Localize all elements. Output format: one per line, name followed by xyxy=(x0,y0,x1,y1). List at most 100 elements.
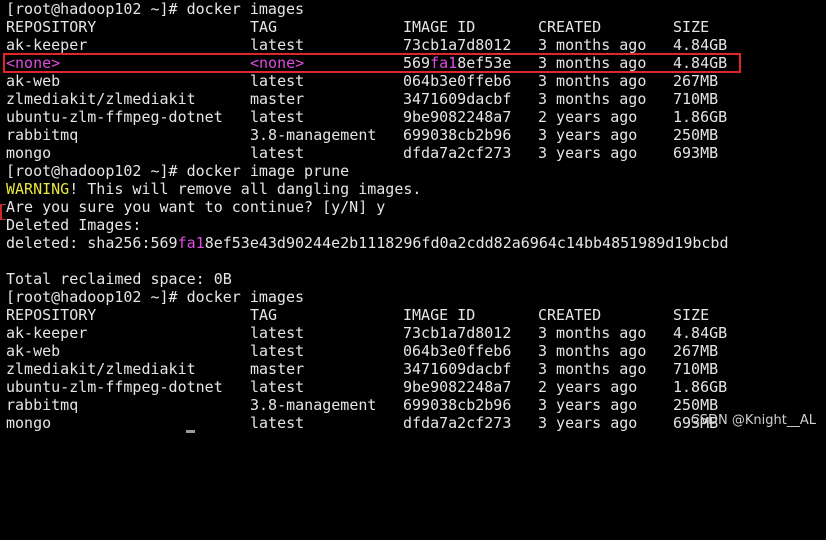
row-repository: mongo xyxy=(6,414,52,432)
table-row: ak-web latest 064b3e0ffeb6 3 months ago … xyxy=(6,342,718,360)
row-size: 693MB xyxy=(673,144,719,162)
row-repository: rabbitmq xyxy=(6,126,79,144)
row-repository: ak-web xyxy=(6,72,61,90)
row-image-id: 9be9082248a7 xyxy=(403,378,512,396)
table-row: ak-web latest 064b3e0ffeb6 3 months ago … xyxy=(6,72,718,90)
row-image-id: 699038cb2b96 xyxy=(403,396,512,414)
row-image-id: 699038cb2b96 xyxy=(403,126,512,144)
row-repository: ubuntu-zlm-ffmpeg-dotnet xyxy=(6,108,223,126)
header-created: CREATED xyxy=(538,18,602,36)
table-row: rabbitmq 3.8-management 699038cb2b96 3 y… xyxy=(6,396,718,414)
dangling-image-highlight-box xyxy=(3,53,741,73)
row-size: 4.84GB xyxy=(673,324,728,342)
row-size: 250MB xyxy=(673,396,719,414)
row-size: 710MB xyxy=(673,360,719,378)
row-image-id: 9be9082248a7 xyxy=(403,108,512,126)
deleted-images-header: Deleted Images: xyxy=(6,216,142,234)
row-created: 3 years ago xyxy=(538,396,638,414)
header-tag: TAG xyxy=(250,306,278,324)
command-line-prune: [root@hadoop102 ~]# docker image prune xyxy=(6,162,350,180)
table-row: ubuntu-zlm-ffmpeg-dotnet latest 9be90822… xyxy=(6,378,727,396)
header-created: CREATED xyxy=(538,306,602,324)
row-created: 3 months ago xyxy=(538,360,647,378)
deleted-prefix: deleted: sha256:569 xyxy=(6,234,178,252)
table-row: zlmediakit/zlmediakit master 3471609dacb… xyxy=(6,360,718,378)
table-row: ak-keeper latest 73cb1a7d8012 3 months a… xyxy=(6,36,727,54)
row-image-id: dfda7a2cf273 xyxy=(403,414,512,432)
row-image-id: 064b3e0ffeb6 xyxy=(403,342,512,360)
header-size: SIZE xyxy=(673,18,710,36)
table-row: mongo latest dfda7a2cf273 3 years ago 69… xyxy=(6,414,718,432)
row-image-id: dfda7a2cf273 xyxy=(403,144,512,162)
row-size: 1.86GB xyxy=(673,108,728,126)
row-image-id: 3471609dacbf xyxy=(403,360,512,378)
row-size: 1.86GB xyxy=(673,378,728,396)
row-tag: latest xyxy=(250,414,305,432)
row-tag: latest xyxy=(250,324,305,342)
table-row: mongo latest dfda7a2cf273 3 years ago 69… xyxy=(6,144,718,162)
row-created: 2 years ago xyxy=(538,108,638,126)
row-tag: master xyxy=(250,360,305,378)
row-repository: ak-web xyxy=(6,342,61,360)
row-created: 3 years ago xyxy=(538,414,638,432)
row-image-id: 064b3e0ffeb6 xyxy=(403,72,512,90)
row-size: 267MB xyxy=(673,72,719,90)
row-size: 250MB xyxy=(673,126,719,144)
row-size: 267MB xyxy=(673,342,719,360)
row-tag: latest xyxy=(250,36,305,54)
row-image-id: 3471609dacbf xyxy=(403,90,512,108)
row-tag: 3.8-management xyxy=(250,126,377,144)
row-tag: master xyxy=(250,90,305,108)
row-repository: zlmediakit/zlmediakit xyxy=(6,360,196,378)
row-created: 3 months ago xyxy=(538,324,647,342)
row-size: 4.84GB xyxy=(673,36,728,54)
row-created: 3 months ago xyxy=(538,36,647,54)
terminal-window[interactable]: [root@hadoop102 ~]# docker images REPOSI… xyxy=(0,0,826,434)
header-image-id: IMAGE ID xyxy=(403,18,476,36)
row-repository: rabbitmq xyxy=(6,396,79,414)
confirm-prompt: Are you sure you want to continue? [y/N]… xyxy=(6,198,386,216)
row-repository: mongo xyxy=(6,144,52,162)
header-tag: TAG xyxy=(250,18,278,36)
row-created: 3 years ago xyxy=(538,144,638,162)
header-repository: REPOSITORY xyxy=(6,306,97,324)
text-cursor xyxy=(186,430,195,433)
row-repository: zlmediakit/zlmediakit xyxy=(6,90,196,108)
header-size: SIZE xyxy=(673,306,710,324)
command-line-images-1: [root@hadoop102 ~]# docker images xyxy=(6,0,305,18)
row-repository: ak-keeper xyxy=(6,324,88,342)
table-header-1: REPOSITORY TAG IMAGE ID CREATED SIZE xyxy=(6,18,709,36)
table-row: rabbitmq 3.8-management 699038cb2b96 3 y… xyxy=(6,126,718,144)
command-line-images-2: [root@hadoop102 ~]# docker images xyxy=(6,288,305,306)
row-tag: latest xyxy=(250,378,305,396)
row-tag: 3.8-management xyxy=(250,396,377,414)
row-size: 710MB xyxy=(673,90,719,108)
row-tag: latest xyxy=(250,72,305,90)
warning-message: ! This will remove all dangling images. xyxy=(69,180,422,198)
warning-line: WARNING! This will remove all dangling i… xyxy=(6,180,421,198)
row-repository: ubuntu-zlm-ffmpeg-dotnet xyxy=(6,378,223,396)
reclaimed-space-line: Total reclaimed space: 0B xyxy=(6,270,232,288)
deleted-highlight: fa1 xyxy=(177,234,205,252)
header-repository: REPOSITORY xyxy=(6,18,97,36)
row-tag: latest xyxy=(250,144,305,162)
row-image-id: 73cb1a7d8012 xyxy=(403,324,512,342)
table-row: zlmediakit/zlmediakit master 3471609dacb… xyxy=(6,90,718,108)
table-header-2: REPOSITORY TAG IMAGE ID CREATED SIZE xyxy=(6,306,709,324)
deleted-image-line: deleted: sha256:569fa18ef53e43d90244e2b1… xyxy=(6,234,728,252)
row-repository: ak-keeper xyxy=(6,36,88,54)
row-created: 3 months ago xyxy=(538,90,647,108)
row-created: 2 years ago xyxy=(538,378,638,396)
row-image-id: 73cb1a7d8012 xyxy=(403,36,512,54)
table-row: ubuntu-zlm-ffmpeg-dotnet latest 9be90822… xyxy=(6,108,727,126)
row-tag: latest xyxy=(250,108,305,126)
warning-label: WARNING xyxy=(6,180,70,198)
row-created: 3 months ago xyxy=(538,342,647,360)
row-tag: latest xyxy=(250,342,305,360)
row-created: 3 years ago xyxy=(538,126,638,144)
header-image-id: IMAGE ID xyxy=(403,306,476,324)
deleted-suffix: 8ef53e43d90244e2b1118296fd0a2cdd82a6964c… xyxy=(204,234,729,252)
row-created: 3 months ago xyxy=(538,72,647,90)
watermark: CSDN @Knight__AL xyxy=(690,413,816,428)
table-row: ak-keeper latest 73cb1a7d8012 3 months a… xyxy=(6,324,727,342)
